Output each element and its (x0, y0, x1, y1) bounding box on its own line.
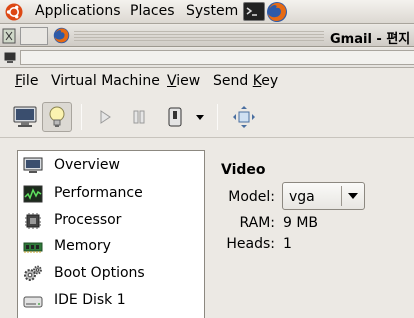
select-divider (341, 186, 342, 206)
run-button[interactable] (90, 102, 120, 132)
firefox-window-icon[interactable] (53, 27, 70, 44)
lightbulb-icon (49, 106, 65, 127)
hardware-item-overview[interactable]: Overview (18, 153, 204, 179)
play-icon (100, 110, 111, 124)
hardware-item-label: IDE Disk 1 (54, 292, 126, 308)
monitor-icon (13, 106, 37, 127)
hardware-item-label: Performance (54, 185, 143, 201)
memory-module-icon (23, 242, 43, 253)
view-menu[interactable]: View (167, 73, 200, 89)
ram-label: RAM: (239, 215, 275, 231)
send-key-label-start: Send (213, 73, 253, 89)
hardware-list: Overview Performance Processor Memory Bo… (17, 150, 205, 318)
detail-section-title: Video (221, 162, 266, 178)
cpu-chip-icon (25, 213, 41, 229)
titlebar-grip (74, 31, 324, 42)
monitor-icon (23, 157, 43, 173)
performance-graph-icon (23, 185, 43, 203)
toolbar (0, 96, 414, 138)
pause-icon (133, 110, 145, 124)
model-select[interactable]: vga (282, 182, 365, 210)
vm-window-icon (4, 52, 16, 63)
hardware-item-ide-disk[interactable]: IDE Disk 1 (18, 288, 204, 314)
heads-value: 1 (283, 236, 292, 252)
toolbar-separator (217, 104, 218, 130)
file-menu-mnemonic: F (15, 73, 23, 89)
chevron-down-icon (348, 193, 358, 199)
send-key-mnemonic: K (252, 73, 262, 89)
shutdown-options-dropdown[interactable] (189, 102, 211, 132)
model-label: Model: (228, 189, 275, 205)
hardware-item-label: Boot Options (54, 265, 145, 281)
send-key-label-end: ey (261, 73, 279, 89)
view-menu-mnemonic: V (167, 73, 177, 89)
window-list-icon[interactable] (2, 28, 16, 44)
disk-drive-icon (23, 296, 43, 308)
hardware-item-boot-options[interactable]: Boot Options (18, 261, 204, 287)
fullscreen-arrows-icon (233, 106, 255, 128)
gears-icon (24, 265, 42, 281)
terminal-launcher-icon[interactable] (243, 2, 265, 21)
show-console-button[interactable] (10, 102, 40, 132)
file-menu[interactable]: File (15, 73, 38, 89)
hardware-item-label: Overview (54, 157, 120, 173)
vm-header-field (20, 50, 414, 65)
send-key-menu[interactable]: Send Key (213, 73, 278, 89)
heads-label: Heads: (226, 236, 275, 252)
power-switch-icon (168, 107, 182, 127)
applications-menu[interactable]: Applications (35, 3, 121, 19)
ram-value: 9 MB (283, 215, 319, 231)
view-menu-label: iew (176, 73, 201, 89)
model-select-value: vga (289, 189, 315, 205)
file-menu-label: ile (22, 73, 39, 89)
vm-window-header (0, 48, 414, 68)
shutdown-button[interactable] (160, 102, 190, 132)
hardware-item-performance[interactable]: Performance (18, 181, 204, 207)
hardware-item-label: Memory (54, 238, 111, 254)
fullscreen-button[interactable] (229, 102, 259, 132)
window-list-button[interactable] (20, 27, 48, 45)
ubuntu-logo-icon[interactable] (5, 3, 23, 21)
show-details-button[interactable] (42, 102, 72, 132)
toolbar-separator (81, 104, 82, 130)
places-menu[interactable]: Places (130, 3, 175, 19)
window-title: Gmail - 편지 (330, 32, 411, 47)
hardware-item-label: Processor (54, 212, 122, 228)
chevron-down-icon (196, 115, 204, 120)
firefox-launcher-icon[interactable] (266, 1, 288, 23)
system-menu[interactable]: System (186, 3, 238, 19)
hardware-item-processor[interactable]: Processor (18, 208, 204, 234)
top-panel: Applications Places System (0, 0, 414, 24)
pause-button[interactable] (124, 102, 154, 132)
hardware-item-memory[interactable]: Memory (18, 234, 204, 260)
menubar: File Virtual Machine View Send Key (0, 69, 414, 94)
window-title-bar: Gmail - 편지 (0, 25, 414, 47)
virtual-machine-menu[interactable]: Virtual Machine (51, 73, 160, 89)
